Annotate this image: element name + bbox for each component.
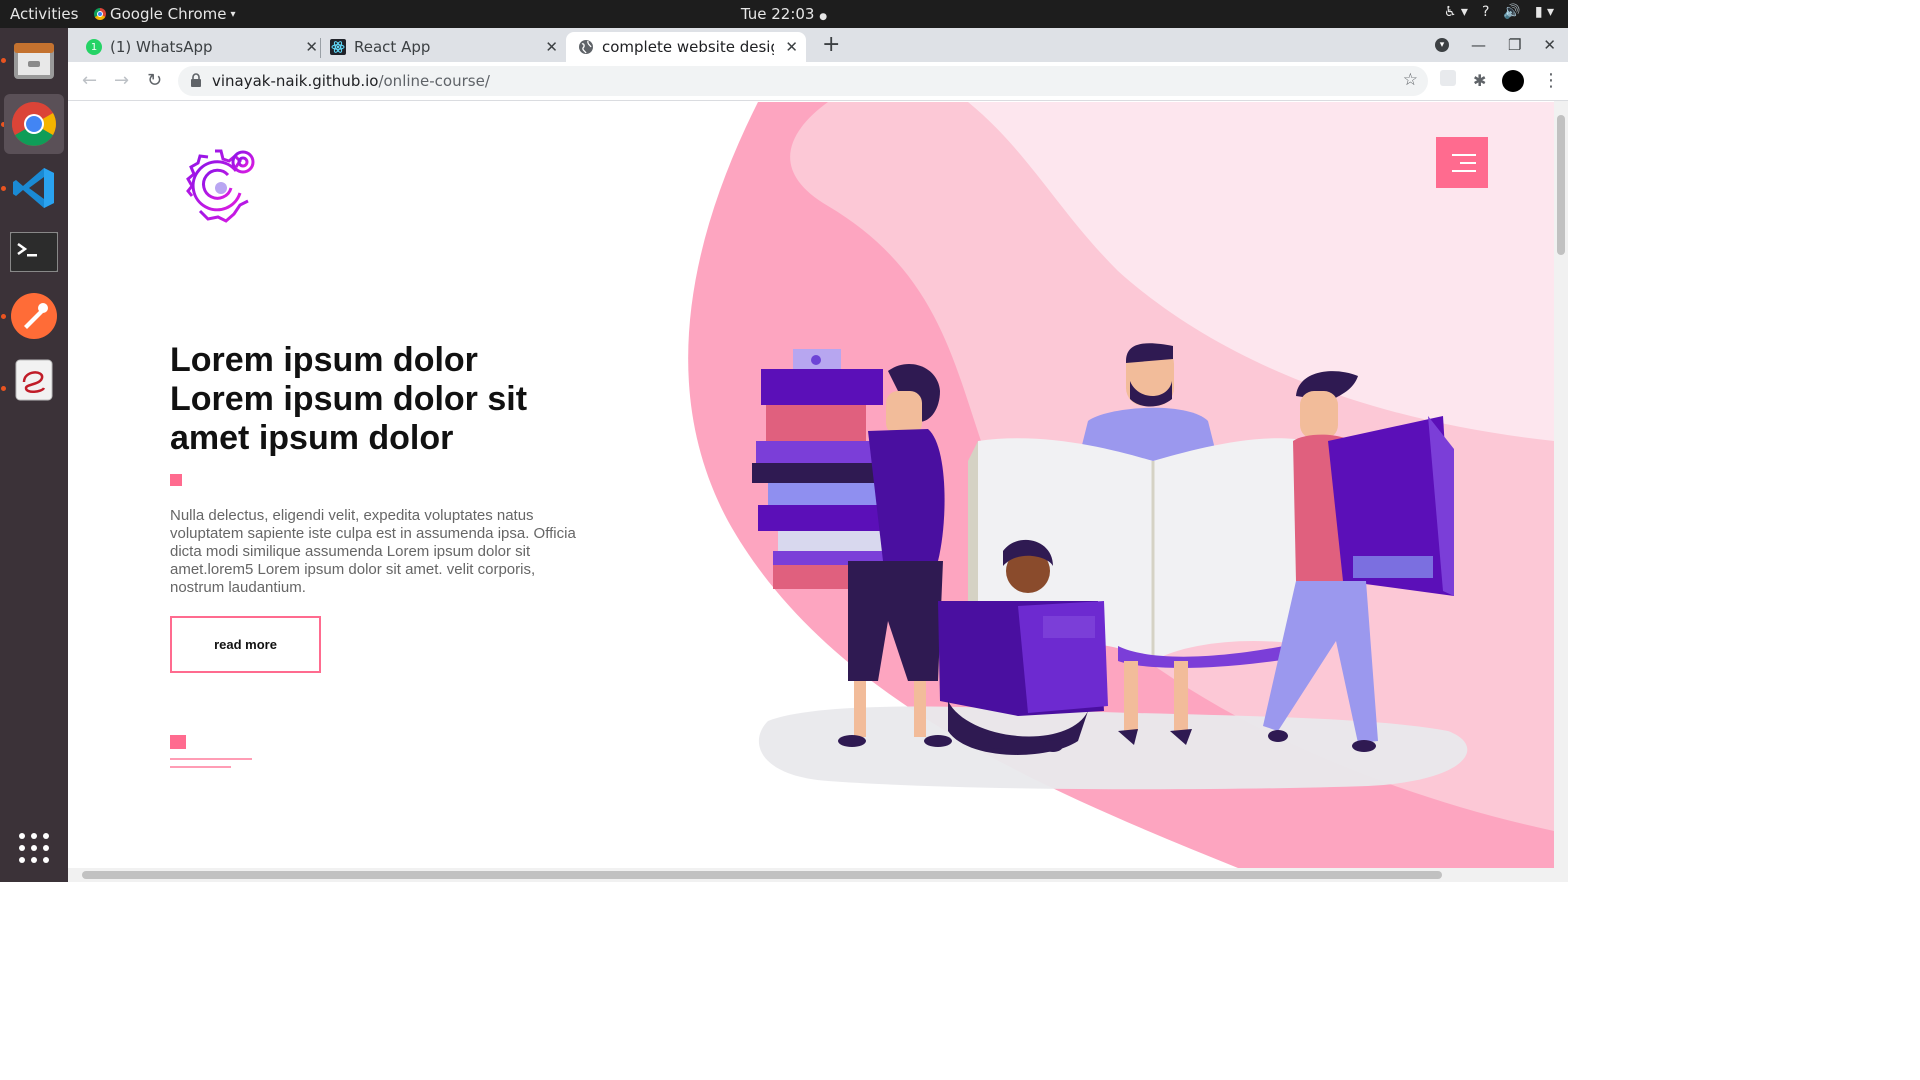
read-more-button[interactable]: read more [170,616,321,673]
menu-line [1460,161,1476,164]
scrollbar-thumb[interactable] [82,871,1442,879]
menu-line [1452,169,1476,172]
puzzle-extensions-icon[interactable]: ✱ [1473,71,1486,90]
new-tab-button[interactable]: + [822,32,840,57]
menu-kebab-icon[interactable]: ⋮ [1542,70,1560,91]
accent-square [170,735,186,749]
back-icon[interactable]: ← [82,70,97,91]
clock-label: Tue 22:03 [740,5,815,23]
close-tab-icon[interactable]: ✕ [305,38,318,56]
tab-title: React App [354,38,431,56]
scrollbar-thumb[interactable] [1557,115,1565,255]
tab-title: complete website design [602,38,774,56]
battery-icon[interactable]: ▮ ▾ [1535,4,1554,20]
browser-toolbar: ← → ↻ vinayak-naik.github.io/online-cour… [68,62,1568,101]
url-host: vinayak-naik.github.io [212,72,379,90]
globe-icon [579,40,593,54]
tab-react-app[interactable]: React App ✕ [330,32,566,62]
vscode-icon [13,168,54,208]
clock[interactable]: Tue 22:03 ● [0,5,1568,23]
hero-illustration [688,102,1554,868]
logo-gear-icon [186,149,255,223]
system-tray[interactable]: ♿ ▾ ? 🔊 ▮ ▾ [1444,4,1554,20]
vscode-launcher[interactable] [4,158,64,218]
url-path: /online-course/ [378,72,490,90]
minimize-icon[interactable]: — [1471,36,1486,54]
bookmark-star-icon[interactable]: ☆ [1403,70,1418,90]
tab-whatsapp[interactable]: 1 (1) WhatsApp ✕ [86,32,326,62]
window-controls: ▾ — ❐ ✕ [1434,36,1556,54]
url-text: vinayak-naik.github.io/online-course/ [212,72,490,90]
accent-square [170,474,182,486]
decorative-line [170,766,231,768]
hero-paragraph: Nulla delectus, eligendi velit, expedita… [170,507,576,596]
restore-icon[interactable]: ❐ [1508,36,1521,54]
tab-separator [320,38,321,58]
terminal-icon [10,232,58,272]
volume-icon[interactable]: 🔊 [1503,4,1520,20]
web-page: Lorem ipsum dolor Lorem ipsum dolor sit … [68,101,1554,868]
react-icon [330,39,346,55]
files-launcher[interactable] [4,30,64,90]
address-bar[interactable]: vinayak-naik.github.io/online-course/ ☆ [178,66,1428,96]
document-viewer-launcher[interactable] [4,350,64,410]
hero-heading: Lorem ipsum dolor Lorem ipsum dolor sit … [170,341,590,458]
lock-icon[interactable] [190,73,202,87]
hero-heading-line: amet ipsum dolor [170,419,454,457]
tab-search-icon[interactable]: ▾ [1434,38,1449,52]
terminal-launcher[interactable] [4,222,64,282]
close-tab-icon[interactable]: ✕ [545,38,558,56]
profile-avatar[interactable] [1502,70,1524,92]
close-window-icon[interactable]: ✕ [1543,36,1556,54]
notification-dot-icon: ● [819,12,828,22]
chrome-icon [12,102,56,146]
accessibility-icon[interactable]: ♿ ▾ [1444,4,1468,20]
reload-icon[interactable]: ↻ [147,70,162,91]
system-top-bar: Activities Google Chrome ▾ Tue 22:03 ● ♿… [0,0,1568,28]
hero-heading-line: Lorem ipsum dolor sit [170,380,528,418]
menu-line [1452,153,1476,156]
whatsapp-icon: 1 [86,39,102,55]
help-icon[interactable]: ? [1482,4,1489,20]
tab-strip: 1 (1) WhatsApp ✕ React App ✕ complete we… [68,28,1568,62]
extension-icon[interactable] [1440,70,1456,86]
menu-button[interactable] [1436,137,1488,188]
dock [0,28,68,882]
document-viewer-icon [15,359,53,401]
chrome-launcher[interactable] [4,94,64,154]
close-tab-icon[interactable]: ✕ [785,38,798,56]
files-icon [14,43,54,79]
tab-title: (1) WhatsApp [110,38,213,56]
grid-icon [19,833,49,863]
forward-icon[interactable]: → [114,70,129,91]
vertical-scrollbar[interactable] [1554,101,1568,868]
decorative-line [170,758,252,760]
show-applications-button[interactable] [4,818,64,878]
postman-icon [11,293,57,339]
postman-launcher[interactable] [4,286,64,346]
horizontal-scrollbar[interactable] [68,868,1568,882]
tab-complete-website-design[interactable]: complete website design ✕ [566,32,806,62]
hero-heading-line: Lorem ipsum dolor [170,341,478,379]
